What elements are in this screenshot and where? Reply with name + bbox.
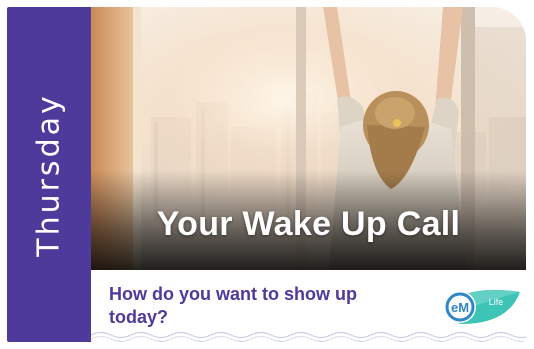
logo-initials: eM — [451, 300, 469, 315]
hero-photo: Your Wake Up Call — [91, 7, 526, 270]
logo-brand-word: Life — [489, 297, 504, 307]
question-text: How do you want to show up today? — [109, 284, 357, 327]
decorative-waves — [91, 328, 526, 342]
leaf-logo-icon: eM Life — [444, 289, 520, 324]
wake-up-call-card: Thursday Your Wake Up Call How do you wa… — [0, 0, 534, 349]
headline: Your Wake Up Call — [156, 205, 461, 243]
day-label: Thursday — [31, 92, 67, 257]
day-panel: Thursday — [7, 7, 91, 342]
caption-area: How do you want to show up today? eM Lif… — [91, 270, 526, 342]
em-life-logo: eM Life — [438, 284, 522, 328]
